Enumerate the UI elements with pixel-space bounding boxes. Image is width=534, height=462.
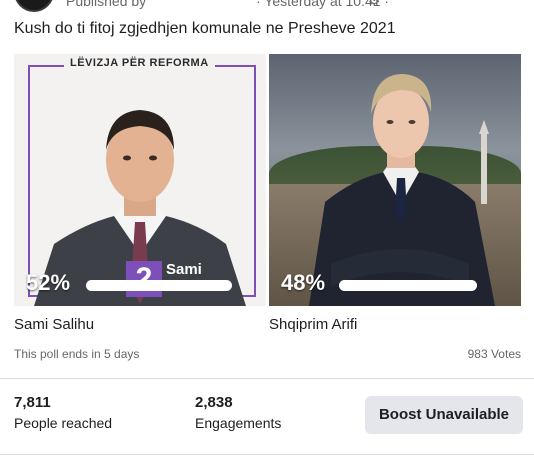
gear-icon: ⚙ (368, 0, 381, 8)
poll-option-image-2[interactable]: 48% (269, 54, 521, 306)
people-reached-label: People reached (14, 415, 113, 431)
divider (0, 378, 534, 379)
candidate-number-badge: 2 Sami SALIHU (126, 261, 230, 297)
poll-votes-count[interactable]: 983 Votes (468, 347, 521, 361)
engagements-value: 2,838 (195, 394, 233, 411)
poll-percent-2: 48% (281, 270, 326, 295)
poll-option-name-1: Sami Salihu (14, 316, 95, 333)
poll-result-bar-2 (339, 280, 477, 291)
candidate-number: 2 (126, 261, 162, 297)
poll-option-name-2: Shqiprim Arifi (269, 316, 358, 333)
people-reached-value: 7,811 (14, 394, 51, 411)
poll-percent-1: 52% (26, 270, 71, 295)
poll-result-bar-1 (86, 280, 232, 291)
post-header: Published by · Yesterday at 10:41 · ⚙ (0, 0, 534, 12)
published-by-label: Published by (66, 0, 147, 9)
page-avatar[interactable] (14, 0, 54, 12)
poll-option-image-1[interactable]: LËVIZJA PËR REFORMA 2 Sami SALIHU 52% (14, 54, 266, 306)
engagements-label: Engagements (195, 415, 282, 431)
divider-bottom (0, 454, 534, 455)
poll-ends-text: This poll ends in 5 days (14, 347, 140, 361)
boost-button[interactable]: Boost Unavailable (365, 396, 523, 434)
candidate-photo-2 (309, 74, 495, 306)
badge-first-name: Sami (166, 261, 202, 278)
post-text: Kush do ti fitoj zgjedhjen komunale ne P… (14, 20, 396, 37)
